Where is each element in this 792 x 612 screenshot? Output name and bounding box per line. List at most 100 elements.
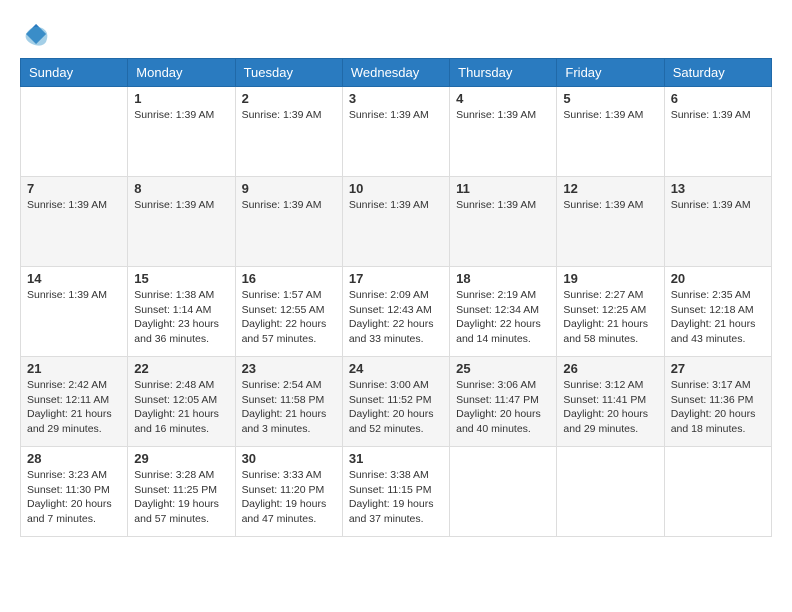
calendar-cell: 5 Sunrise: 1:39 AM: [557, 87, 664, 177]
day-number: 12: [563, 181, 657, 196]
calendar-cell: 18 Sunrise: 2:19 AMSunset: 12:34 AMDaylig…: [450, 267, 557, 357]
day-info: Sunrise: 1:39 AM: [671, 108, 765, 123]
day-info: Sunrise: 1:39 AM: [563, 198, 657, 213]
calendar-cell: 17 Sunrise: 2:09 AMSunset: 12:43 AMDaylig…: [342, 267, 449, 357]
day-number: 25: [456, 361, 550, 376]
calendar-cell: 27Sunrise: 3:17 AMSunset: 11:36 PMDaylig…: [664, 357, 771, 447]
calendar-cell: 12 Sunrise: 1:39 AM: [557, 177, 664, 267]
day-number: 19: [563, 271, 657, 286]
day-info: Sunrise: 3:33 AMSunset: 11:20 PMDaylight…: [242, 468, 336, 527]
calendar-cell: 15 Sunrise: 1:38 AMSunset: 1:14 AMDayligh…: [128, 267, 235, 357]
calendar-cell: 20 Sunrise: 2:35 AMSunset: 12:18 AMDaylig…: [664, 267, 771, 357]
calendar-table: SundayMondayTuesdayWednesdayThursdayFrid…: [20, 58, 772, 537]
day-info: Sunrise: 2:19 AMSunset: 12:34 AMDaylight…: [456, 288, 550, 347]
day-number: 1: [134, 91, 228, 106]
calendar-cell: 24 Sunrise: 3:00 AMSunset: 11:52 PMDaylig…: [342, 357, 449, 447]
day-info: Sunrise: 2:09 AMSunset: 12:43 AMDaylight…: [349, 288, 443, 347]
day-info: Sunrise: 1:39 AM: [563, 108, 657, 123]
day-info: Sunrise: 3:23 AMSunset: 11:30 PMDaylight…: [27, 468, 121, 527]
calendar-cell: 7 Sunrise: 1:39 AM: [21, 177, 128, 267]
calendar-week-2: 7Sunrise: 1:39 AM8Sunrise: 1:39 AM9Sunri…: [21, 177, 772, 267]
day-info: Sunrise: 1:39 AM: [134, 198, 228, 213]
calendar-cell: 25 Sunrise: 3:06 AMSunset: 11:47 PMDaylig…: [450, 357, 557, 447]
day-number: 21: [27, 361, 121, 376]
calendar-header-thursday: Thursday: [450, 59, 557, 87]
day-info: Sunrise: 3:06 AMSunset: 11:47 PMDaylight…: [456, 378, 550, 437]
day-info: Sunrise: 2:48 AMSunset: 12:05 AMDaylight…: [134, 378, 228, 437]
calendar-header-friday: Friday: [557, 59, 664, 87]
calendar-cell: 4 Sunrise: 1:39 AM: [450, 87, 557, 177]
calendar-cell: [21, 87, 128, 177]
day-number: 18: [456, 271, 550, 286]
logo-icon: [22, 20, 50, 48]
day-info: Sunrise: 1:39 AM: [27, 198, 121, 213]
day-number: 31: [349, 451, 443, 466]
calendar-week-4: 21 Sunrise: 2:42 AMSunset: 12:11 AMDaylig…: [21, 357, 772, 447]
calendar-cell: 6 Sunrise: 1:39 AM: [664, 87, 771, 177]
day-number: 4: [456, 91, 550, 106]
day-number: 3: [349, 91, 443, 106]
calendar-cell: [557, 447, 664, 537]
calendar-cell: 3 Sunrise: 1:39 AM: [342, 87, 449, 177]
calendar-cell: 16 Sunrise: 1:57 AMSunset: 12:55 AMDaylig…: [235, 267, 342, 357]
day-info: Sunrise: 1:38 AMSunset: 1:14 AMDaylight:…: [134, 288, 228, 347]
day-info: Sunrise: 2:27 AMSunset: 12:25 AMDaylight…: [563, 288, 657, 347]
day-number: 13: [671, 181, 765, 196]
logo: [20, 20, 50, 48]
calendar-cell: [450, 447, 557, 537]
day-info: Sunrise: 3:12 AMSunset: 11:41 PMDaylight…: [563, 378, 657, 437]
day-number: 23: [242, 361, 336, 376]
calendar-cell: 14 Sunrise: 1:39 AM: [21, 267, 128, 357]
day-number: 16: [242, 271, 336, 286]
day-number: 26: [563, 361, 657, 376]
calendar-header-monday: Monday: [128, 59, 235, 87]
day-number: 17: [349, 271, 443, 286]
day-number: 15: [134, 271, 228, 286]
day-number: 10: [349, 181, 443, 196]
day-number: 5: [563, 91, 657, 106]
calendar-header-saturday: Saturday: [664, 59, 771, 87]
day-info: Sunrise: 3:00 AMSunset: 11:52 PMDaylight…: [349, 378, 443, 437]
calendar-cell: 9 Sunrise: 1:39 AM: [235, 177, 342, 267]
day-number: 28: [27, 451, 121, 466]
calendar-cell: 8Sunrise: 1:39 AM: [128, 177, 235, 267]
day-info: Sunrise: 1:39 AM: [27, 288, 121, 303]
day-number: 14: [27, 271, 121, 286]
day-info: Sunrise: 1:39 AM: [242, 198, 336, 213]
day-info: Sunrise: 1:39 AM: [242, 108, 336, 123]
calendar-week-3: 14 Sunrise: 1:39 AM 15 Sunrise: 1:38 AMSuns…: [21, 267, 772, 357]
calendar-cell: 30 Sunrise: 3:33 AMSunset: 11:20 PMDaylig…: [235, 447, 342, 537]
day-info: Sunrise: 1:57 AMSunset: 12:55 AMDaylight…: [242, 288, 336, 347]
calendar-week-1: 1Sunrise: 1:39 AM2Sunrise: 1:39 AM3Sunri…: [21, 87, 772, 177]
day-number: 27: [671, 361, 765, 376]
calendar-cell: 21 Sunrise: 2:42 AMSunset: 12:11 AMDaylig…: [21, 357, 128, 447]
day-info: Sunrise: 1:39 AM: [456, 198, 550, 213]
day-info: Sunrise: 2:42 AMSunset: 12:11 AMDaylight…: [27, 378, 121, 437]
day-info: Sunrise: 2:35 AMSunset: 12:18 AMDaylight…: [671, 288, 765, 347]
calendar-header-row: SundayMondayTuesdayWednesdayThursdayFrid…: [21, 59, 772, 87]
calendar-cell: 19 Sunrise: 2:27 AMSunset: 12:25 AMDaylig…: [557, 267, 664, 357]
day-number: 24: [349, 361, 443, 376]
calendar-cell: 10 Sunrise: 1:39 AM: [342, 177, 449, 267]
day-number: 7: [27, 181, 121, 196]
day-number: 6: [671, 91, 765, 106]
calendar-cell: 22 Sunrise: 2:48 AMSunset: 12:05 AMDaylig…: [128, 357, 235, 447]
day-number: 20: [671, 271, 765, 286]
day-info: Sunrise: 1:39 AM: [349, 108, 443, 123]
calendar-cell: 29 Sunrise: 3:28 AMSunset: 11:25 PMDaylig…: [128, 447, 235, 537]
calendar-cell: 1 Sunrise: 1:39 AM: [128, 87, 235, 177]
day-number: 22: [134, 361, 228, 376]
calendar-header-wednesday: Wednesday: [342, 59, 449, 87]
calendar-cell: 11Sunrise: 1:39 AM: [450, 177, 557, 267]
calendar-cell: 13Sunrise: 1:39 AM: [664, 177, 771, 267]
page-header: [20, 20, 772, 48]
day-info: Sunrise: 2:54 AMSunset: 11:58 PMDaylight…: [242, 378, 336, 437]
day-info: Sunrise: 1:39 AM: [456, 108, 550, 123]
day-info: Sunrise: 3:28 AMSunset: 11:25 PMDaylight…: [134, 468, 228, 527]
day-info: Sunrise: 1:39 AM: [134, 108, 228, 123]
day-info: Sunrise: 1:39 AM: [349, 198, 443, 213]
calendar-week-5: 28 Sunrise: 3:23 AMSunset: 11:30 PMDaylig…: [21, 447, 772, 537]
day-number: 9: [242, 181, 336, 196]
day-number: 29: [134, 451, 228, 466]
day-number: 30: [242, 451, 336, 466]
